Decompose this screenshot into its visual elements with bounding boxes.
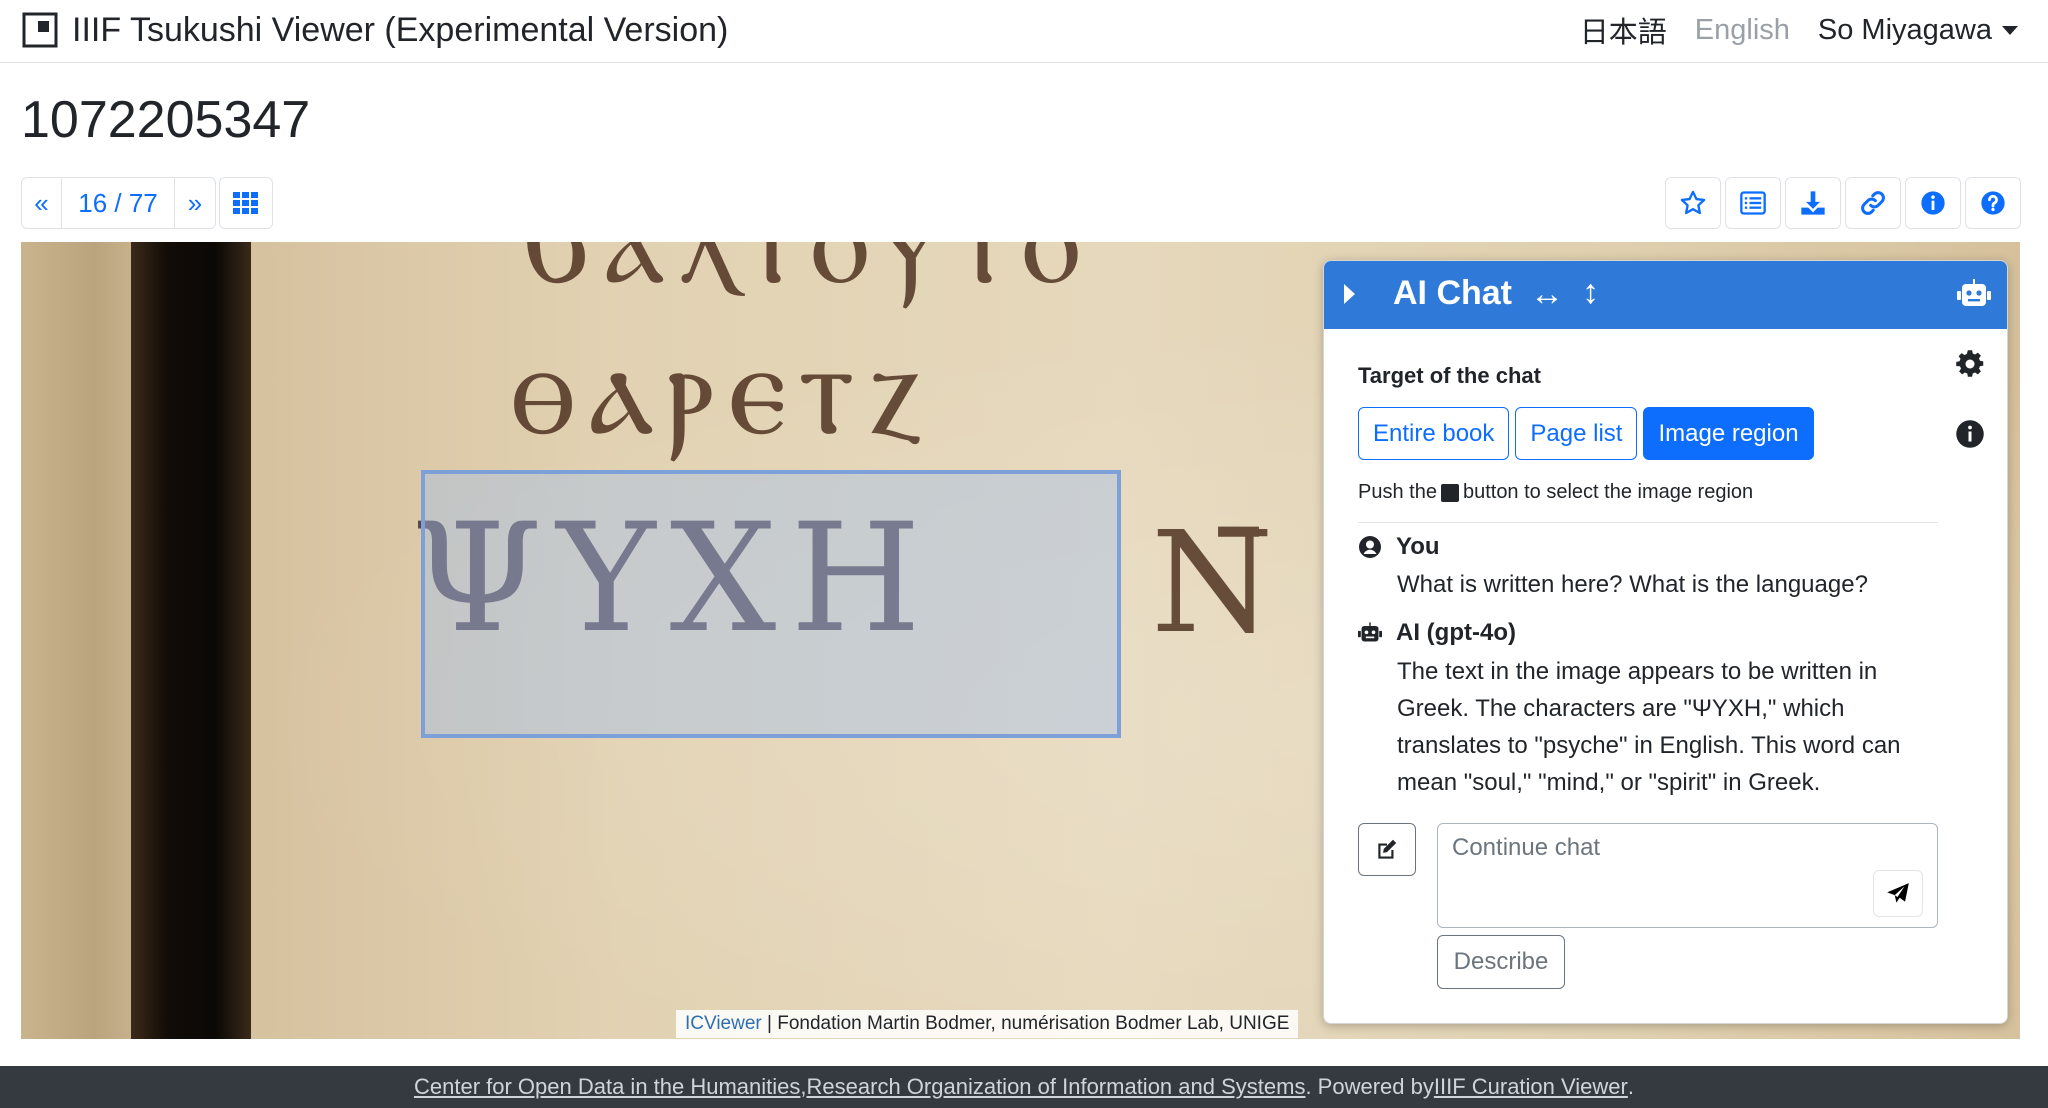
edit-icon: [1378, 839, 1397, 859]
gear-icon[interactable]: [1955, 349, 1985, 379]
page-title: 1072205347: [21, 91, 311, 149]
page-counter[interactable]: 16 / 77: [62, 177, 175, 229]
hint-text-before: Push the: [1358, 481, 1437, 503]
divider: [1358, 522, 1938, 523]
chat-header[interactable]: AI Chat ↔ ↕: [1324, 261, 2007, 329]
send-icon: [1887, 882, 1909, 903]
next-page-button[interactable]: »: [175, 177, 216, 229]
user-name: So Miyagawa: [1817, 13, 1992, 46]
square-icon: [1440, 483, 1459, 502]
star-icon: [1680, 190, 1706, 215]
target-label: Target of the chat: [1358, 363, 1541, 388]
footer-link-codh[interactable]: Center for Open Data in the Humanities: [414, 1074, 800, 1100]
icviewer-link[interactable]: ICViewer: [685, 1013, 762, 1034]
footer-link-rois[interactable]: Research Organization of Information and…: [807, 1074, 1306, 1100]
manuscript-line: ϐⲁⲗⲧⲟⲩⲧⲟ: [521, 242, 1093, 312]
app-title: IIIF Tsukushi Viewer (Experimental Versi…: [72, 10, 729, 49]
region-hint: Push the button to select the image regi…: [1358, 481, 1753, 504]
message-text: The text in the image appears to be writ…: [1397, 658, 1901, 796]
brand[interactable]: IIIF Tsukushi Viewer (Experimental Versi…: [22, 10, 728, 50]
attribution-text: | Fondation Martin Bodmer, numérisation …: [761, 1013, 1290, 1034]
chat-input[interactable]: [1438, 824, 1937, 927]
list-icon: [1740, 191, 1766, 215]
footer-powered: . Powered by: [1305, 1074, 1434, 1099]
collapse-caret-icon[interactable]: [1344, 284, 1355, 304]
download-icon: [1801, 191, 1825, 215]
target-image-region-button[interactable]: Image region: [1643, 407, 1814, 460]
horizontal-resize-icon[interactable]: ↔: [1530, 275, 1564, 314]
author-name: You: [1396, 533, 1440, 560]
send-button[interactable]: [1873, 870, 1923, 917]
describe-button[interactable]: Describe: [1437, 935, 1565, 989]
message-author: AI (gpt-4o): [1358, 619, 1516, 647]
image-region-selection[interactable]: [421, 470, 1121, 738]
footer-link-curation-viewer[interactable]: IIIF Curation Viewer: [1434, 1074, 1628, 1100]
manuscript-gutter: [131, 242, 251, 1039]
pager: « 16 / 77 »: [21, 177, 216, 229]
target-selector: Entire book Page list Image region: [1358, 407, 1820, 460]
manuscript-line: ⲑⲁⲣⲉⲧⲍ: [511, 312, 936, 464]
link-icon: [1861, 191, 1885, 215]
user-menu[interactable]: So Miyagawa: [1818, 14, 2018, 47]
chat-input-box: [1437, 823, 1938, 928]
download-button[interactable]: [1785, 177, 1841, 229]
footer-end: .: [1627, 1074, 1634, 1099]
thumbnail-grid-button[interactable]: [219, 177, 273, 229]
robot-icon: [1358, 622, 1382, 642]
favorite-button[interactable]: [1665, 177, 1721, 229]
vertical-resize-icon[interactable]: ↕: [1582, 273, 1599, 312]
user-circle-icon: [1359, 536, 1381, 558]
info-button[interactable]: [1905, 177, 1961, 229]
target-page-list-button[interactable]: Page list: [1515, 407, 1638, 460]
info-icon: [1921, 191, 1945, 215]
help-icon: [1981, 191, 2005, 215]
author-name: AI (gpt-4o): [1396, 619, 1516, 646]
grid-icon: [233, 192, 258, 214]
ai-chat-panel: AI Chat ↔ ↕ Target of the chat Entire bo…: [1323, 260, 2008, 1024]
manuscript-line: Ν̄: [1151, 502, 1288, 665]
footer: Center for Open Data in the Humanities, …: [0, 1066, 2048, 1108]
attribution: ICViewer | Fondation Martin Bodmer, numé…: [676, 1010, 1299, 1038]
message-text: What is written here? What is the langua…: [1397, 571, 1868, 598]
link-button[interactable]: [1845, 177, 1901, 229]
message-author: You: [1358, 533, 1440, 561]
hint-text-after: button to select the image region: [1462, 481, 1754, 503]
caret-down-icon: [2002, 25, 2018, 35]
edit-button[interactable]: [1358, 823, 1416, 876]
chat-title: AI Chat: [1393, 274, 1512, 312]
help-button[interactable]: [1965, 177, 2021, 229]
logo-icon: [22, 12, 58, 48]
toolbar: [1661, 177, 2021, 229]
target-entire-book-button[interactable]: Entire book: [1358, 407, 1510, 460]
lang-ja-link[interactable]: 日本語: [1580, 9, 1667, 51]
info-icon[interactable]: [1955, 419, 1985, 449]
prev-page-button[interactable]: «: [21, 177, 62, 229]
robot-icon: [1957, 279, 1991, 306]
lang-en-link[interactable]: English: [1695, 14, 1790, 47]
navbar: IIIF Tsukushi Viewer (Experimental Versi…: [0, 0, 2048, 63]
list-button[interactable]: [1725, 177, 1781, 229]
